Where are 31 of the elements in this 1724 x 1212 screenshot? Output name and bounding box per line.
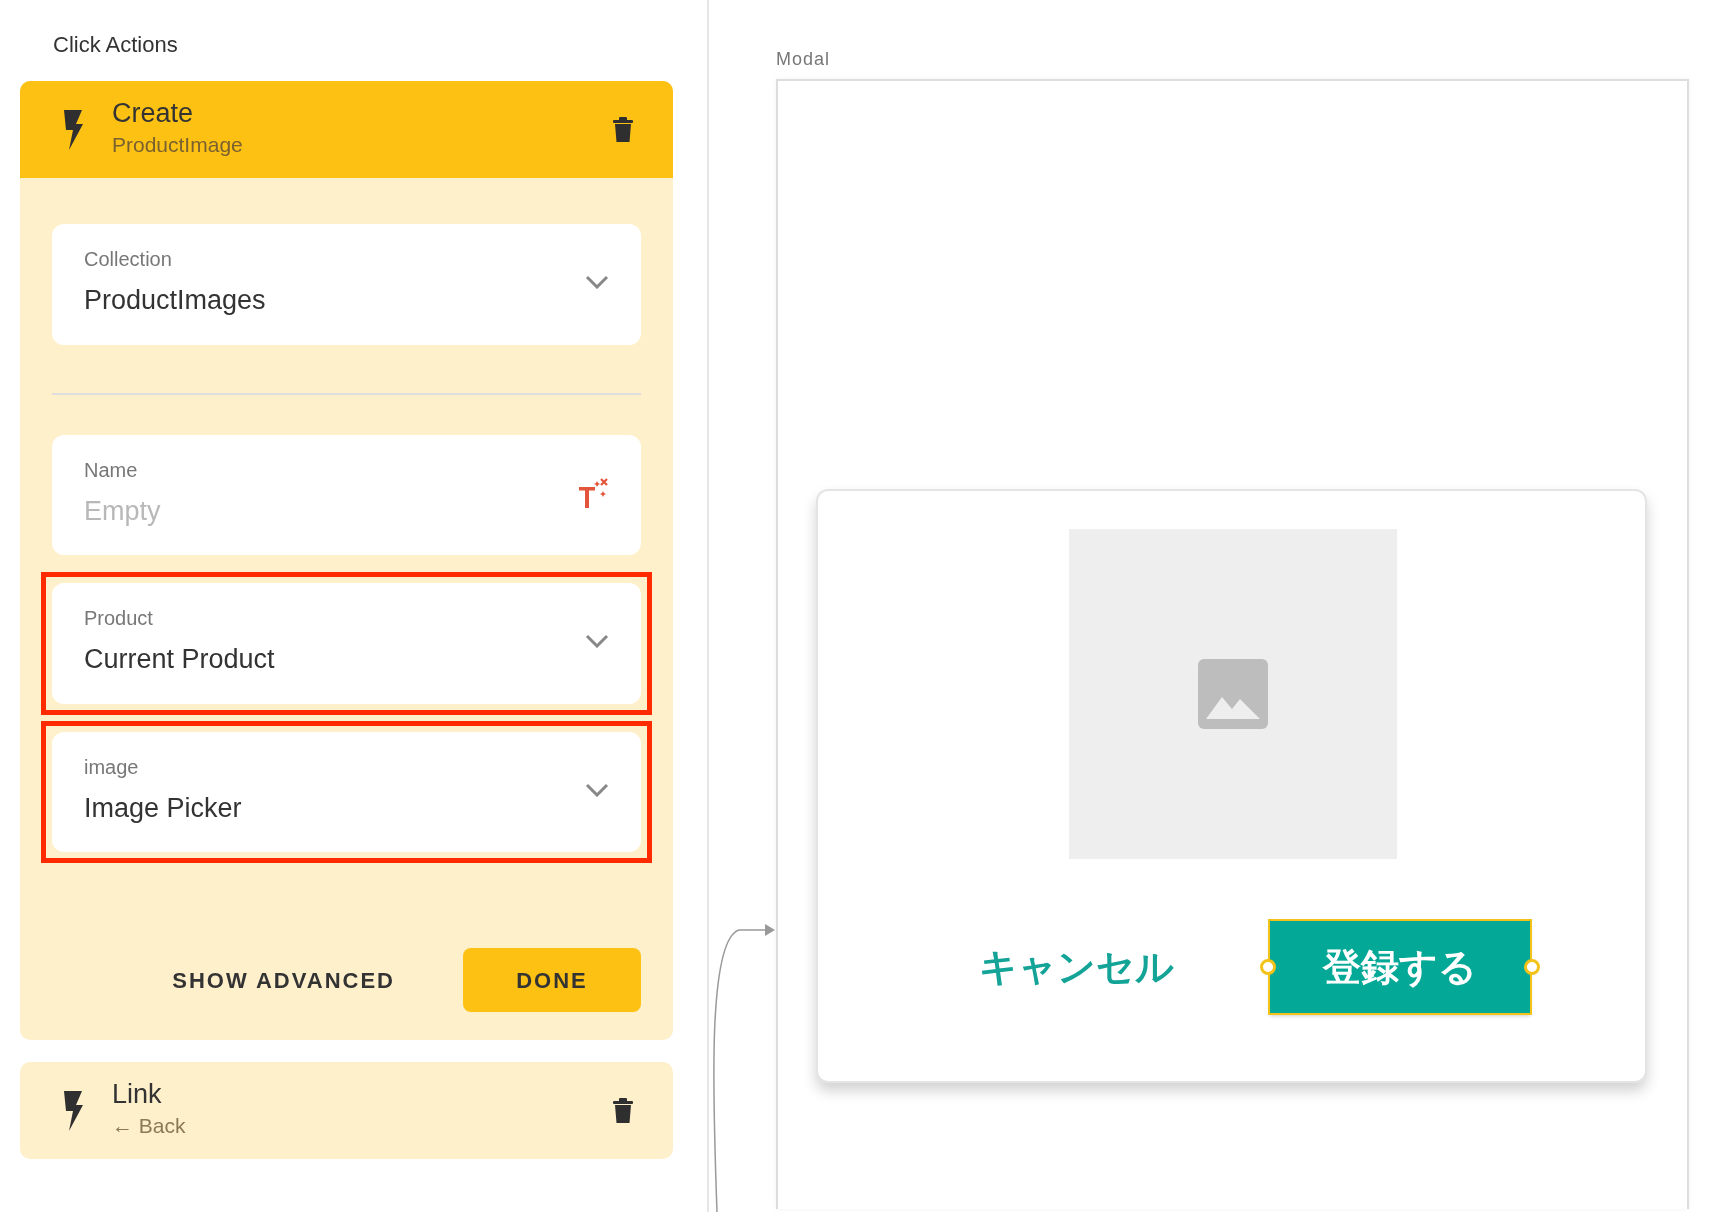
chevron-down-icon[interactable] — [585, 782, 609, 797]
field-value: Image Picker — [84, 791, 242, 825]
action-subtitle: ProductImage — [112, 131, 243, 158]
image-icon — [1197, 659, 1268, 729]
chevron-down-icon[interactable] — [585, 275, 609, 290]
input-field[interactable]: Name Empty — [52, 434, 641, 556]
action-title: Link — [112, 1080, 162, 1110]
select-field[interactable]: image Image Picker — [52, 731, 641, 853]
field-label: Collection — [84, 247, 172, 273]
trash-icon[interactable] — [613, 116, 633, 143]
done-button[interactable]: DONE — [463, 948, 641, 1013]
trash-icon[interactable] — [613, 1097, 633, 1124]
resize-handle[interactable] — [1259, 959, 1276, 975]
action-title: Create — [112, 99, 194, 129]
action-header[interactable]: Create ProductImage — [20, 81, 673, 179]
lightning-icon — [62, 1090, 84, 1131]
chevron-down-icon[interactable] — [585, 634, 609, 649]
field-value: Current Product — [84, 643, 275, 677]
action-subtitle: ← Back — [112, 1112, 186, 1139]
field-placeholder: Empty — [84, 494, 161, 528]
select-field[interactable]: Collection ProductImages — [52, 224, 641, 345]
field-value: ProductImages — [84, 284, 266, 318]
lightning-icon — [62, 109, 84, 150]
panel-title: Click Actions — [53, 31, 178, 59]
select-field[interactable]: Product Current Product — [52, 583, 641, 704]
screen-label: Modal — [776, 48, 831, 71]
field-label: Name — [84, 457, 138, 483]
field-label: Product — [84, 606, 153, 632]
field-label: image — [84, 754, 139, 780]
magic-text-icon[interactable] — [579, 477, 609, 508]
text-button[interactable]: SHOW ADVANCED — [166, 948, 401, 1013]
